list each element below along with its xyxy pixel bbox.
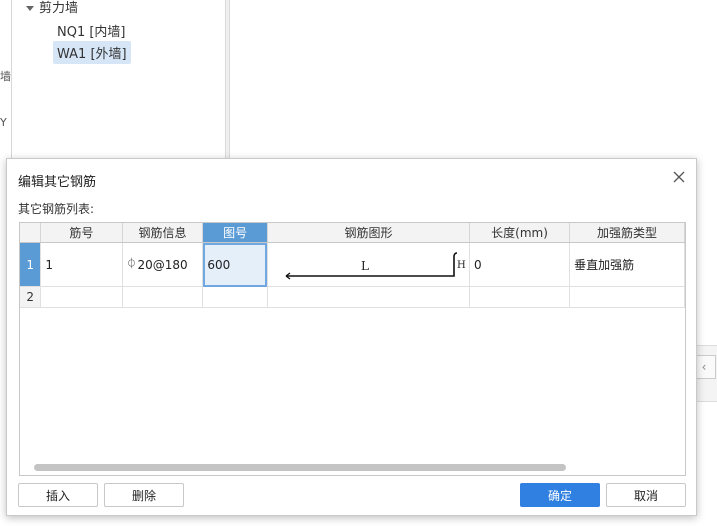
delete-button[interactable]: 删除 [104, 483, 184, 507]
cell-figure-no[interactable] [202, 286, 268, 308]
cell-bar-info[interactable]: ⏀20@180 [122, 242, 204, 287]
edit-other-rebar-dialog: 编辑其它钢筋 其它钢筋列表: 筋号 钢筋信息 图号 钢筋图形 长度(mm) 加强… [6, 158, 697, 516]
table-header-row: 筋号 钢筋信息 图号 钢筋图形 长度(mm) 加强筋类型 [20, 223, 685, 243]
horizontal-scrollbar[interactable] [34, 464, 566, 471]
cell-bar-no[interactable]: 1 [40, 242, 123, 287]
col-header-length[interactable]: 长度(mm) [469, 223, 571, 243]
cell-reinforce-type[interactable]: 垂直加强筋 [569, 242, 685, 287]
col-header-bar-no[interactable]: 筋号 [40, 223, 123, 243]
tree-group-shear-wall[interactable]: 剪力墙 [26, 0, 78, 16]
dialog-title: 编辑其它钢筋 [18, 175, 97, 190]
cell-bar-info[interactable] [122, 286, 204, 308]
row-number[interactable]: 2 [20, 286, 42, 308]
row-number-header [20, 223, 42, 243]
close-icon[interactable] [671, 169, 687, 185]
cell-length[interactable]: 0 [469, 242, 571, 287]
tree-item-nq1[interactable]: NQ1 [内墙] [57, 21, 126, 40]
table-row[interactable]: 2 [20, 286, 685, 308]
col-header-reinforce-type[interactable]: 加强筋类型 [569, 223, 685, 243]
rebar-list-label: 其它钢筋列表: [18, 202, 95, 216]
rebar-table: 筋号 钢筋信息 图号 钢筋图形 长度(mm) 加强筋类型 1 1 ⏀20@180… [19, 222, 686, 476]
insert-button[interactable]: 插入 [18, 483, 98, 507]
rebar-grade-icon: ⏀ [126, 259, 137, 270]
cell-bar-no[interactable] [40, 286, 123, 308]
tree-item-wa1[interactable]: WA1 [外墙] [53, 41, 131, 64]
shape-height-label: H [456, 260, 466, 271]
chevron-down-icon[interactable] [26, 6, 34, 11]
shape-length-label: L [360, 259, 369, 273]
col-header-bar-shape[interactable]: 钢筋图形 [267, 223, 470, 243]
table-row[interactable]: 1 1 ⏀20@180 600 L H 0 垂直加强筋 [20, 242, 685, 287]
cell-length[interactable] [469, 286, 571, 308]
ok-button[interactable]: 确定 [520, 483, 600, 507]
cell-reinforce-type[interactable] [569, 286, 685, 308]
row-number[interactable]: 1 [20, 242, 42, 287]
cell-bar-shape[interactable]: L H [267, 242, 470, 287]
left-strip-char: 墙 [0, 70, 11, 83]
bar-info-value: 20@180 [137, 258, 188, 272]
col-header-bar-info[interactable]: 钢筋信息 [122, 223, 204, 243]
col-header-figure-no[interactable]: 图号 [202, 223, 268, 243]
cell-bar-shape[interactable] [267, 286, 470, 308]
left-strip-char: Y [0, 116, 7, 129]
cell-figure-no[interactable]: 600 [202, 242, 268, 287]
cancel-button[interactable]: 取消 [606, 483, 686, 507]
tree-group-label: 剪力墙 [39, 1, 79, 16]
